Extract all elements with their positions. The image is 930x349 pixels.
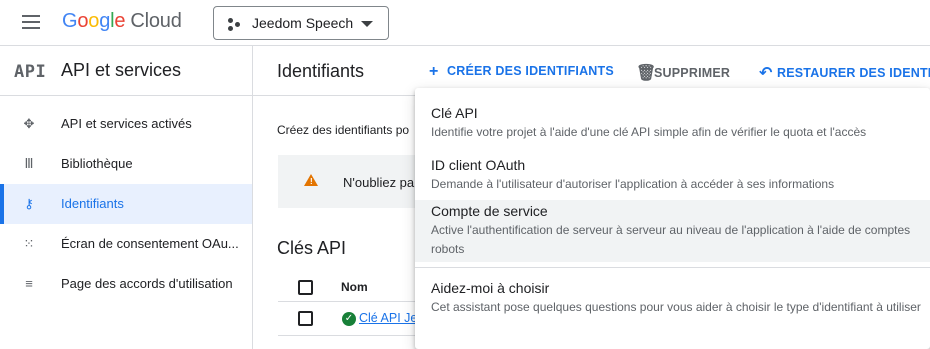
restore-credentials-button[interactable]: ↶ RESTAURER DES IDENTIFI xyxy=(759,63,930,83)
sidebar-item-library[interactable]: Ⅲ Bibliothèque xyxy=(0,144,252,184)
sidebar-header: API API et services xyxy=(0,46,252,96)
api-logo: API xyxy=(14,62,47,82)
row-checkbox[interactable] xyxy=(298,311,313,326)
project-icon xyxy=(228,18,240,31)
api-key-link[interactable]: Clé API Je xyxy=(359,311,417,325)
create-credentials-menu: Clé API Identifie votre projet à l'aide … xyxy=(415,88,930,349)
plus-icon: + xyxy=(429,63,439,80)
sidebar-item-label: Bibliothèque xyxy=(61,156,133,171)
column-header-name: Nom xyxy=(341,280,368,294)
menu-item-service-account[interactable]: Compte de service Active l'authentificat… xyxy=(415,200,930,262)
check-circle-icon: ✓ xyxy=(342,312,356,326)
sidebar-item-agreements[interactable]: ≡ Page des accords d'utilisation xyxy=(0,264,252,304)
sidebar-item-credentials[interactable]: ⚷ Identifiants xyxy=(0,184,252,224)
delete-button[interactable]: 🗑SUPPRIMER xyxy=(636,63,730,83)
menu-item-help-me-choose[interactable]: Aidez-moi à choisir Cet assistant pose q… xyxy=(415,268,930,346)
google-cloud-logo[interactable]: Google Cloud xyxy=(62,10,182,33)
sidebar-title: API et services xyxy=(61,60,182,80)
sidebar: API API et services ✥ API et services ac… xyxy=(0,46,253,349)
agreements-icon: ≡ xyxy=(25,276,33,291)
intro-text: Créez des identifiants po xyxy=(277,123,410,137)
menu-item-oauth-client[interactable]: ID client OAuth Demande à l'utilisateur … xyxy=(415,146,930,200)
create-credentials-button[interactable]: + CRÉER DES IDENTIFIANTS xyxy=(429,63,614,81)
apis-icon: ✥ xyxy=(23,116,35,131)
key-icon: ⚷ xyxy=(24,196,34,211)
main-menu-icon[interactable] xyxy=(22,15,40,29)
sidebar-item-label: API et services activés xyxy=(61,116,192,131)
api-keys-title: Clés API xyxy=(277,238,347,258)
library-icon: Ⅲ xyxy=(24,156,34,171)
page-title: Identifiants xyxy=(277,61,365,81)
sidebar-item-enabled-apis[interactable]: ✥ API et services activés xyxy=(0,104,252,144)
select-all-checkbox[interactable] xyxy=(298,280,313,295)
project-selector[interactable]: Jeedom Speech xyxy=(213,6,389,40)
trash-icon: 🗑 xyxy=(636,65,657,82)
top-bar: Google Cloud Jeedom Speech xyxy=(0,0,930,46)
sidebar-item-label: Écran de consentement OAu... xyxy=(61,236,239,251)
notice-text: N'oubliez pa xyxy=(343,175,415,190)
menu-item-api-key[interactable]: Clé API Identifie votre projet à l'aide … xyxy=(415,88,930,146)
sidebar-item-label: Page des accords d'utilisation xyxy=(61,276,233,291)
sidebar-item-label: Identifiants xyxy=(61,196,124,211)
undo-icon: ↶ xyxy=(759,65,773,82)
project-name: Jeedom Speech xyxy=(252,15,354,31)
consent-icon: ⁙ xyxy=(23,236,35,251)
sidebar-item-oauth-consent[interactable]: ⁙ Écran de consentement OAu... xyxy=(0,224,252,264)
chevron-down-icon xyxy=(361,21,373,27)
